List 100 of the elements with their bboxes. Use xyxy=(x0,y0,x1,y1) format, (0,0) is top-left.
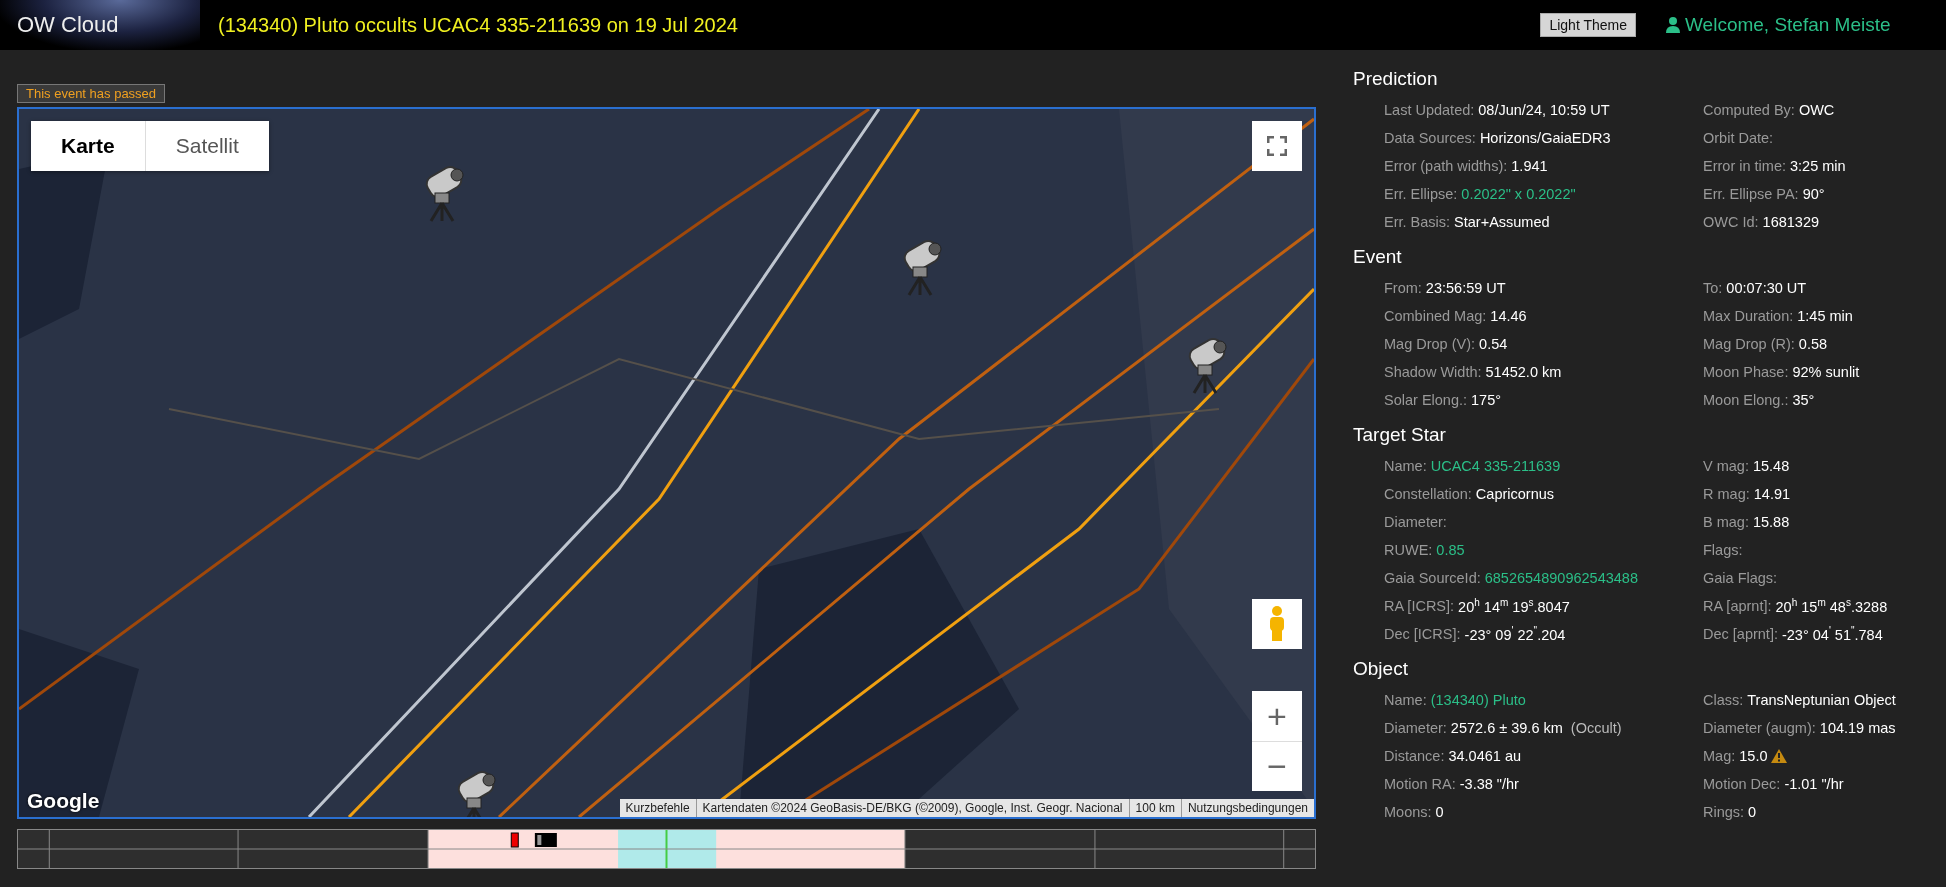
field-value: 90° xyxy=(1802,186,1825,202)
field-label: RA [aprnt]: xyxy=(1703,598,1772,614)
field-label: Mag Drop (R): xyxy=(1703,336,1795,352)
field-label: Moon Phase: xyxy=(1703,364,1789,380)
fullscreen-icon xyxy=(1267,136,1287,156)
zoom-out-button[interactable]: − xyxy=(1252,741,1302,791)
value-link[interactable]: 6852654890962543488 xyxy=(1484,570,1638,586)
field-value: 08/Jun/24, 10:59 UT xyxy=(1478,102,1610,118)
field-label: Name: xyxy=(1384,458,1427,474)
section-heading: Prediction xyxy=(1353,68,1439,90)
field-value: 15.88 xyxy=(1752,514,1790,530)
user-icon xyxy=(1666,17,1680,33)
field-value: 0.54 xyxy=(1479,336,1508,352)
page-title: (134340) Pluto occults UCAC4 335-211639 on 19 Jul 2024 xyxy=(218,13,739,37)
field-label: Diameter: xyxy=(1384,720,1447,736)
field-value: TransNeptunian Object xyxy=(1747,692,1896,708)
field-value: 175° xyxy=(1471,392,1502,408)
field-value: 34.0461 au xyxy=(1448,748,1522,764)
theme-button[interactable]: Light Theme xyxy=(1540,13,1636,37)
field-label: Orbit Date: xyxy=(1703,130,1774,146)
map-logo: Google xyxy=(27,789,100,813)
field-label: Moons: xyxy=(1384,804,1432,820)
timeline-drawing[interactable] xyxy=(17,829,1316,869)
welcome-link[interactable]: Welcome, Stefan Meiste xyxy=(1666,14,1946,36)
fullscreen-button[interactable] xyxy=(1252,121,1302,171)
field-value: Horizons/GaiaEDR3 xyxy=(1479,130,1611,146)
value-link[interactable]: 0.2022" x 0.2022" xyxy=(1461,186,1576,202)
field-label: Diameter: xyxy=(1384,514,1447,530)
field-value: 92% sunlit xyxy=(1792,364,1860,380)
field-value: 15.0 xyxy=(1739,748,1768,764)
field-label: To: xyxy=(1703,280,1723,296)
field-label: Constellation: xyxy=(1384,486,1472,502)
value-link[interactable]: UCAC4 335-211639 xyxy=(1430,458,1561,474)
field-value: 0 xyxy=(1435,804,1444,820)
field-value: 15.48 xyxy=(1752,458,1790,474)
app-logo[interactable]: OW Cloud xyxy=(0,0,200,50)
field-label: RUWE: xyxy=(1384,542,1433,558)
zoom-in-button[interactable]: + xyxy=(1252,691,1302,741)
field-label: Distance: xyxy=(1384,748,1445,764)
map-attribution[interactable]: Nutzungsbedingungen xyxy=(1181,799,1314,817)
value-link[interactable]: 0.85 xyxy=(1436,542,1465,558)
field-value: 2572.6 ± 39.6 km xyxy=(1450,720,1563,736)
field-value: 1681329 xyxy=(1762,214,1820,230)
field-value: 00:07:30 UT xyxy=(1726,280,1807,296)
field-label: Err. Ellipse PA: xyxy=(1703,186,1799,202)
field-label: V mag: xyxy=(1703,458,1749,474)
field-value: -23° 04$^{'}$ 51$^{"}$.784 xyxy=(1781,625,1883,643)
section-heading: Object xyxy=(1353,658,1409,680)
field-label: Err. Basis: xyxy=(1384,214,1451,230)
field-label: Computed By: xyxy=(1703,102,1795,118)
field-label: B mag: xyxy=(1703,514,1749,530)
field-value: 14.46 xyxy=(1490,308,1527,324)
field-label: RA [ICRS]: xyxy=(1384,598,1455,614)
field-label: Error in time: xyxy=(1703,158,1786,174)
field-value: 1.941 xyxy=(1511,158,1548,174)
field-value: -1.01 "/hr xyxy=(1784,776,1844,792)
field-label: Error (path widths): xyxy=(1384,158,1508,174)
map-type-tab[interactable]: Satellit xyxy=(144,121,269,171)
field-value: 51452.0 km xyxy=(1485,364,1562,380)
field-label: Mag: xyxy=(1703,748,1736,764)
field-label: Solar Elong.: xyxy=(1384,392,1468,408)
field-note: (Occult) xyxy=(1570,720,1622,736)
field-label: From: xyxy=(1384,280,1422,296)
field-label: Dec [ICRS]: xyxy=(1384,626,1461,642)
field-label: Max Duration: xyxy=(1703,308,1794,324)
field-label: Last Updated: xyxy=(1384,102,1475,118)
field-label: Motion RA: xyxy=(1384,776,1456,792)
person-icon xyxy=(1268,606,1286,642)
field-value: 3:25 min xyxy=(1790,158,1846,174)
field-label: Combined Mag: xyxy=(1384,308,1487,324)
section-heading: Target Star xyxy=(1353,424,1447,446)
map-attribution[interactable]: Kurzbefehle xyxy=(619,799,696,817)
map-type-tab[interactable]: Karte xyxy=(31,121,145,171)
field-value: -23° 09$^{'}$ 22$^{"}$.204 xyxy=(1464,625,1566,643)
value-link[interactable]: (134340) Pluto xyxy=(1430,692,1526,708)
field-label: Data Sources: xyxy=(1384,130,1476,146)
field-label: Class: xyxy=(1703,692,1744,708)
field-value: 0 xyxy=(1748,804,1757,820)
field-label: R mag: xyxy=(1703,486,1750,502)
field-label: OWC Id: xyxy=(1703,214,1759,230)
map[interactable]: Karte Satellit + − Google Kurzbefehle Kartendaten ©2024 GeoBasis-DE/BKG (©2009), Google, Inst. Geogr. Nacional 100 km Nutzungsbedingungen xyxy=(17,107,1316,819)
field-value: 23:56:59 UT xyxy=(1425,280,1506,296)
field-value: OWC xyxy=(1798,102,1835,118)
field-value: 14.91 xyxy=(1753,486,1791,502)
field-value: 104.19 mas xyxy=(1819,720,1896,736)
field-value: 20$^{h}$ 14$^{m}$ 19$^{s}$.8047 xyxy=(1458,597,1570,615)
event-passed-badge: This event has passed xyxy=(17,84,166,103)
field-label: Moon Elong.: xyxy=(1703,392,1789,408)
field-value: 0.58 xyxy=(1798,336,1828,352)
map-attribution[interactable]: Kartendaten ©2024 GeoBasis-DE/BKG (©2009), Google, Inst. Geogr. Nacional xyxy=(696,799,1129,817)
field-label: Gaia Flags: xyxy=(1703,570,1778,586)
field-value: Star+Assumed xyxy=(1454,214,1550,230)
field-label: Motion Dec: xyxy=(1703,776,1781,792)
section-heading: Event xyxy=(1353,246,1403,268)
field-value: -3.38 "/hr xyxy=(1459,776,1519,792)
field-value: Capricornus xyxy=(1475,486,1555,502)
field-label: Gaia SourceId: xyxy=(1384,570,1481,586)
field-label: Dec [aprnt]: xyxy=(1703,626,1778,642)
map-attribution[interactable]: 100 km xyxy=(1129,799,1181,817)
field-label: Name: xyxy=(1384,692,1427,708)
